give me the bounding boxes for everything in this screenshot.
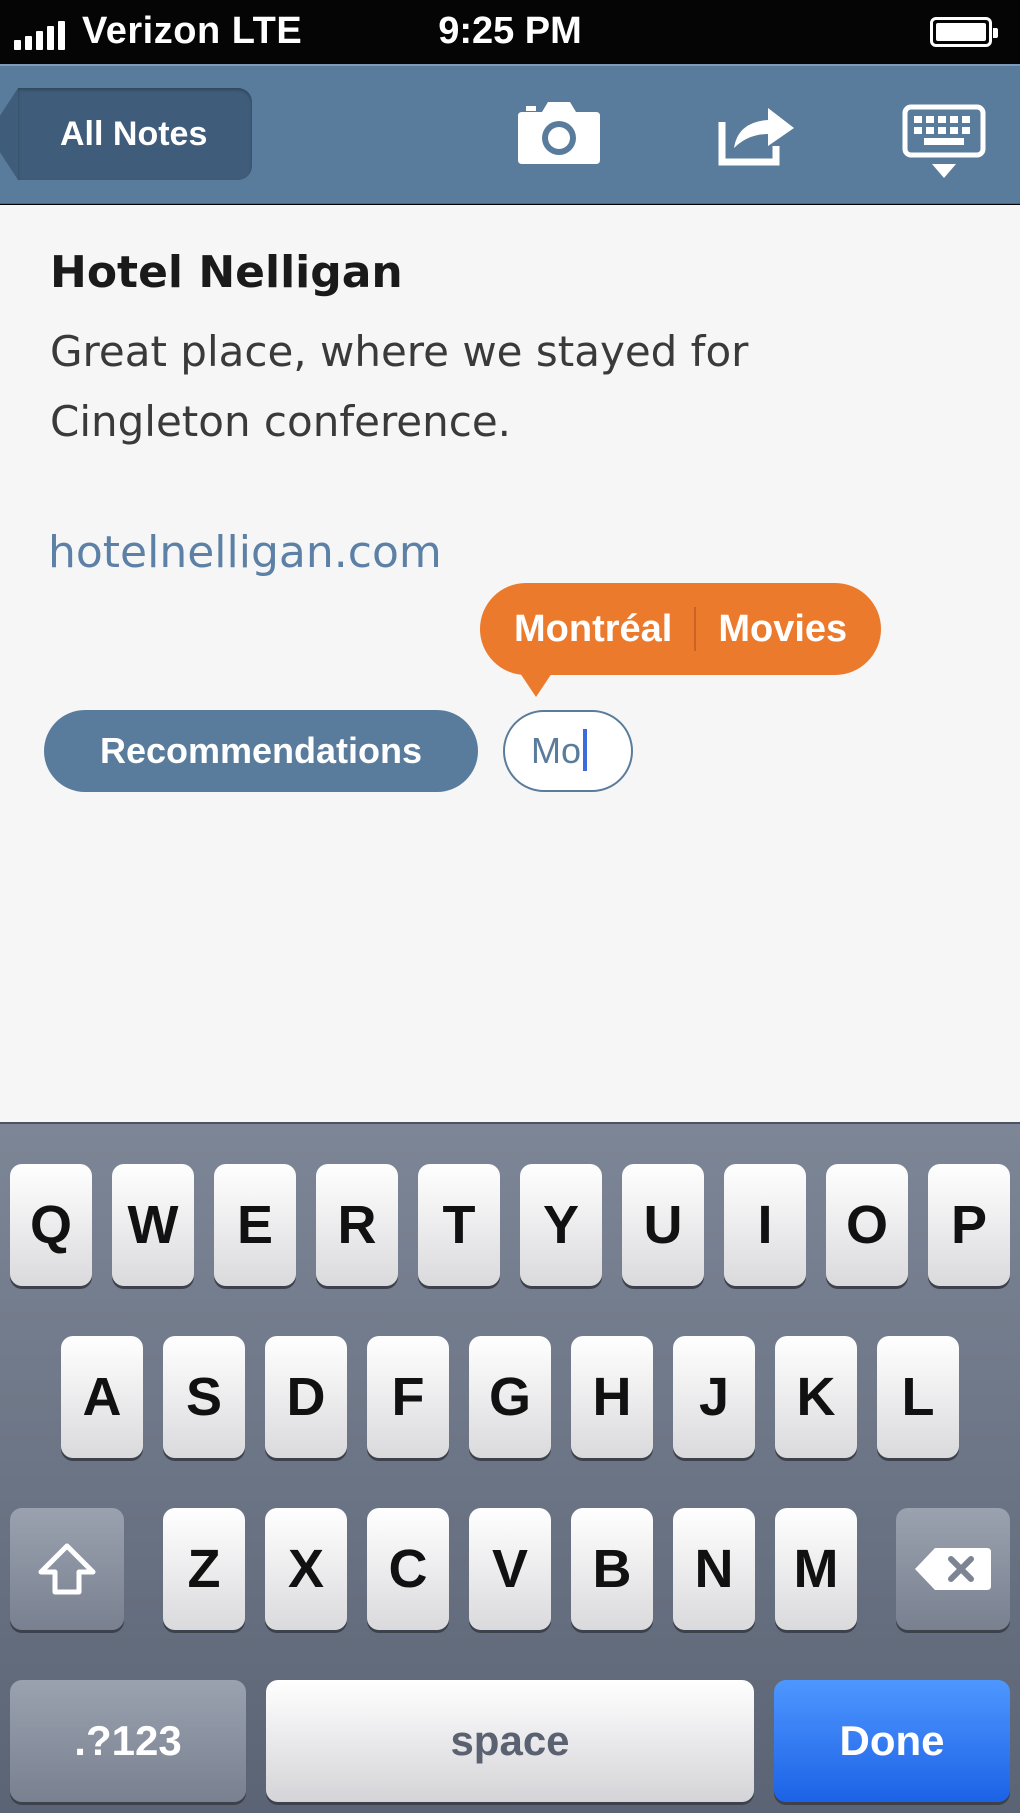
key-j[interactable]: J — [673, 1336, 755, 1458]
done-key[interactable]: Done — [774, 1680, 1010, 1802]
key-i[interactable]: I — [724, 1164, 806, 1286]
nav-bar: All Notes — [0, 64, 1020, 204]
all-notes-back-button[interactable]: All Notes — [0, 88, 252, 180]
key-t[interactable]: T — [418, 1164, 500, 1286]
key-p[interactable]: P — [928, 1164, 1010, 1286]
key-k[interactable]: K — [775, 1336, 857, 1458]
key-r[interactable]: R — [316, 1164, 398, 1286]
tag-suggestion-movies[interactable]: Movies — [718, 608, 847, 651]
key-f[interactable]: F — [367, 1336, 449, 1458]
tag-recommendations[interactable]: Recommendations — [44, 710, 478, 792]
key-y[interactable]: Y — [520, 1164, 602, 1286]
tag-suggestion-popup: Montréal Movies — [480, 583, 882, 697]
key-h[interactable]: H — [571, 1336, 653, 1458]
key-a[interactable]: A — [61, 1336, 143, 1458]
keyboard-hide-icon[interactable] — [902, 104, 986, 184]
key-m[interactable]: M — [775, 1508, 857, 1630]
suggestion-divider — [694, 607, 697, 651]
key-e[interactable]: E — [214, 1164, 296, 1286]
key-x[interactable]: X — [265, 1508, 347, 1630]
symbols-key[interactable]: .?123 — [10, 1680, 246, 1802]
battery-icon — [930, 17, 998, 47]
keyboard: Q W E R T Y U I O P A S D F G H J K L Z … — [0, 1122, 1020, 1813]
status-bar: Verizon LTE 9:25 PM — [0, 0, 1020, 64]
tag-input-field[interactable]: Mo — [503, 710, 633, 792]
key-n[interactable]: N — [673, 1508, 755, 1630]
key-l[interactable]: L — [877, 1336, 959, 1458]
tag-input-value: Mo — [531, 730, 582, 771]
note-title[interactable]: Hotel Nelligan — [50, 247, 403, 298]
key-q[interactable]: Q — [10, 1164, 92, 1286]
note-link[interactable]: hotelnelligan.com — [48, 527, 442, 578]
shift-key[interactable] — [10, 1508, 124, 1630]
key-v[interactable]: V — [469, 1508, 551, 1630]
key-d[interactable]: D — [265, 1336, 347, 1458]
key-b[interactable]: B — [571, 1508, 653, 1630]
key-c[interactable]: C — [367, 1508, 449, 1630]
text-caret — [583, 729, 588, 772]
status-time: 9:25 PM — [438, 10, 582, 52]
key-g[interactable]: G — [469, 1336, 551, 1458]
key-o[interactable]: O — [826, 1164, 908, 1286]
key-z[interactable]: Z — [163, 1508, 245, 1630]
share-icon[interactable] — [718, 98, 798, 170]
key-u[interactable]: U — [622, 1164, 704, 1286]
key-s[interactable]: S — [163, 1336, 245, 1458]
note-body[interactable]: Great place, where we stayed for Cinglet… — [50, 317, 950, 457]
camera-icon[interactable] — [516, 98, 602, 170]
key-w[interactable]: W — [112, 1164, 194, 1286]
delete-key[interactable] — [896, 1508, 1010, 1630]
note-editor[interactable]: Hotel Nelligan Great place, where we sta… — [0, 205, 1020, 1122]
shift-icon — [38, 1543, 96, 1595]
space-key[interactable]: space — [266, 1680, 754, 1802]
delete-icon — [915, 1547, 991, 1590]
tag-suggestion-montreal[interactable]: Montréal — [514, 608, 672, 651]
